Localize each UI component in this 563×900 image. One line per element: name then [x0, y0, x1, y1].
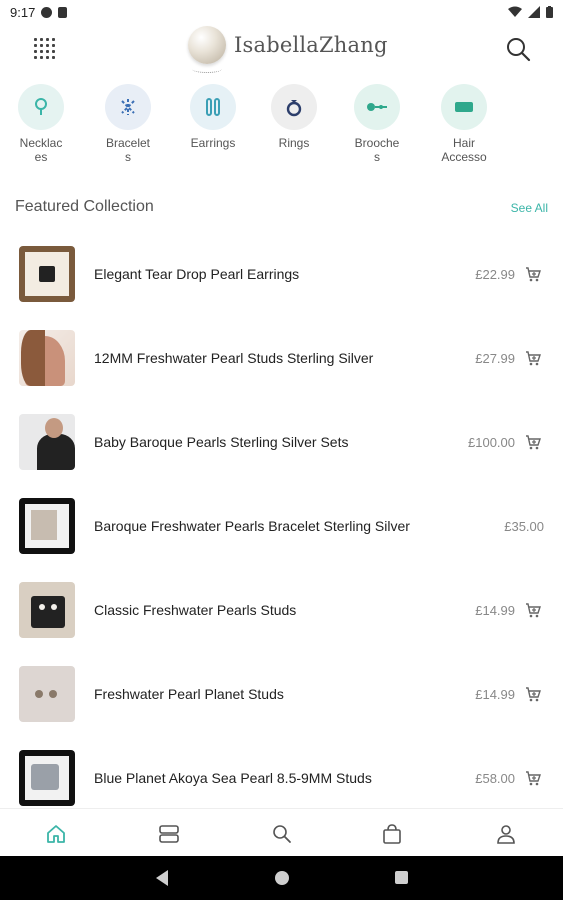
category-rings[interactable]: Rings	[259, 84, 329, 150]
product-item[interactable]: Freshwater Pearl Planet Studs £14.99	[0, 652, 563, 736]
back-icon[interactable]	[156, 870, 168, 886]
ring-icon	[271, 84, 317, 130]
home-icon[interactable]	[45, 823, 67, 845]
add-to-cart-icon[interactable]	[525, 686, 541, 702]
home-button-icon[interactable]	[275, 871, 289, 885]
notification-icon	[41, 6, 53, 18]
product-name: Freshwater Pearl Planet Studs	[94, 686, 284, 702]
product-name: Baby Baroque Pearls Sterling Silver Sets	[94, 434, 349, 450]
add-to-cart-icon[interactable]	[525, 770, 541, 786]
product-price: £14.99	[475, 603, 515, 618]
search-icon[interactable]	[271, 823, 293, 845]
status-bar: 9:17	[0, 0, 563, 24]
product-item[interactable]: Baby Baroque Pearls Sterling Silver Sets…	[0, 400, 563, 484]
product-thumbnail	[19, 414, 75, 470]
status-right	[508, 6, 553, 18]
product-name: 12MM Freshwater Pearl Studs Sterling Sil…	[94, 350, 374, 366]
product-name: Classic Freshwater Pearls Studs	[94, 602, 297, 618]
product-thumbnail	[19, 666, 75, 722]
hair-accessory-icon	[441, 84, 487, 130]
system-navigation-bar	[0, 856, 563, 900]
product-item[interactable]: 12MM Freshwater Pearl Studs Sterling Sil…	[0, 316, 563, 400]
signal-icon	[528, 6, 540, 18]
recent-apps-icon[interactable]	[395, 871, 408, 884]
product-item[interactable]: Baroque Freshwater Pearls Bracelet Sterl…	[0, 484, 563, 568]
product-thumbnail	[19, 246, 75, 302]
product-price: £35.00	[504, 519, 544, 534]
category-label: Bracelet s	[105, 136, 151, 164]
category-hair-accessories[interactable]: Hair Accesso	[429, 84, 499, 164]
status-left: 9:17	[10, 4, 68, 20]
product-thumbnail	[19, 498, 75, 554]
earrings-icon	[190, 84, 236, 130]
product-thumbnail	[19, 330, 75, 386]
status-time: 9:17	[10, 4, 36, 20]
bracelet-icon	[105, 84, 151, 130]
product-name: Blue Planet Akoya Sea Pearl 8.5-9MM Stud…	[94, 770, 372, 786]
add-to-cart-icon[interactable]	[525, 434, 541, 450]
product-price: £27.99	[475, 351, 515, 366]
category-label: Brooche s	[354, 136, 400, 164]
bag-icon[interactable]	[381, 823, 403, 845]
product-price: £22.99	[475, 267, 515, 282]
product-item[interactable]: Classic Freshwater Pearls Studs £14.99	[0, 568, 563, 652]
app-header: IsabellaZhang	[0, 24, 563, 80]
category-row: Necklac es Bracelet s Earrings Rings Bro…	[0, 84, 563, 174]
category-earrings[interactable]: Earrings	[178, 84, 248, 150]
sim-icon	[58, 6, 68, 18]
bottom-navigation	[0, 808, 563, 856]
pearl-logo-icon	[188, 26, 226, 73]
necklace-icon	[18, 84, 64, 130]
brand-logo[interactable]: IsabellaZhang	[188, 26, 388, 73]
menu-grid-icon[interactable]	[34, 38, 56, 60]
brand-name: IsabellaZhang	[234, 33, 388, 57]
search-icon[interactable]	[505, 36, 531, 62]
battery-icon	[546, 6, 553, 18]
categories-icon[interactable]	[158, 823, 180, 845]
category-bracelets[interactable]: Bracelet s	[93, 84, 163, 164]
product-price: £14.99	[475, 687, 515, 702]
product-thumbnail	[19, 582, 75, 638]
see-all-link[interactable]: See All	[511, 201, 548, 215]
add-to-cart-icon[interactable]	[525, 602, 541, 618]
wifi-icon	[508, 6, 522, 17]
category-label: Earrings	[190, 136, 236, 150]
add-to-cart-icon[interactable]	[525, 350, 541, 366]
category-label: Necklac es	[19, 136, 63, 164]
profile-icon[interactable]	[495, 823, 517, 845]
product-name: Elegant Tear Drop Pearl Earrings	[94, 266, 300, 282]
category-label: Hair Accesso	[441, 136, 487, 164]
category-label: Rings	[278, 136, 310, 150]
product-price: £100.00	[468, 435, 515, 450]
brooch-icon	[354, 84, 400, 130]
product-thumbnail	[19, 750, 75, 806]
category-necklaces[interactable]: Necklac es	[6, 84, 76, 164]
product-name: Baroque Freshwater Pearls Bracelet Sterl…	[94, 518, 410, 534]
add-to-cart-icon[interactable]	[525, 266, 541, 282]
product-price: £58.00	[475, 771, 515, 786]
featured-collection-title: Featured Collection	[15, 198, 154, 215]
product-item[interactable]: Elegant Tear Drop Pearl Earrings £22.99	[0, 232, 563, 316]
category-brooches[interactable]: Brooche s	[342, 84, 412, 164]
